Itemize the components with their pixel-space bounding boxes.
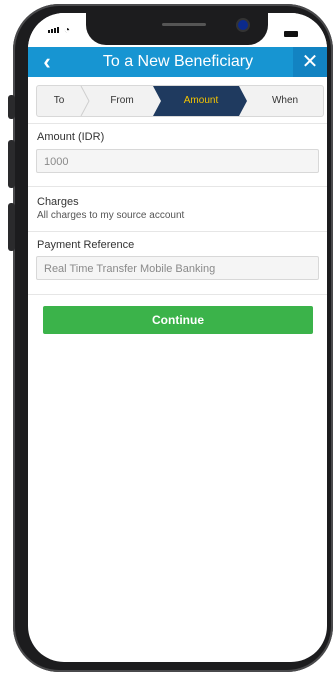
divider — [28, 123, 327, 124]
silent-switch — [8, 95, 15, 119]
back-button[interactable]: ‹ — [34, 49, 60, 75]
page-title: To a New Beneficiary — [102, 53, 254, 70]
back-arrow-icon: ‹ — [43, 49, 51, 74]
step-amount[interactable]: Amount — [161, 86, 241, 116]
continue-button[interactable]: Continue — [43, 306, 313, 334]
step-to[interactable]: To — [37, 86, 81, 116]
volume-down-button — [8, 203, 15, 251]
payment-reference-label: Payment Reference — [37, 239, 135, 251]
speaker — [162, 23, 206, 26]
divider — [28, 186, 327, 187]
charges-value: All charges to my source account — [37, 210, 185, 221]
close-button[interactable]: ✕ — [293, 47, 327, 77]
payment-reference-input[interactable]: Real Time Transfer Mobile Banking — [36, 256, 319, 280]
wifi-icon: ◔ — [64, 25, 71, 36]
divider — [28, 231, 327, 232]
charges-title: Charges — [37, 196, 79, 208]
battery-icon — [284, 31, 298, 37]
step-separator — [80, 86, 90, 116]
amount-label: Amount (IDR) — [37, 131, 105, 143]
app-header: ‹ To a New Beneficiary ✕ — [28, 47, 327, 77]
signal-icon — [48, 27, 59, 33]
camera-icon — [238, 20, 248, 30]
step-from[interactable]: From — [89, 86, 155, 116]
amount-input[interactable]: 1000 — [36, 149, 319, 173]
volume-up-button — [8, 140, 15, 188]
close-icon: ✕ — [301, 51, 319, 73]
phone-screen: ◔ ‹ To a New Beneficiary ✕ To From Amoun… — [28, 13, 327, 662]
notch — [86, 13, 268, 45]
status-bar: ◔ — [28, 13, 327, 47]
step-when[interactable]: When — [247, 86, 323, 116]
divider — [28, 294, 327, 295]
step-progress: To From Amount When — [36, 85, 324, 117]
